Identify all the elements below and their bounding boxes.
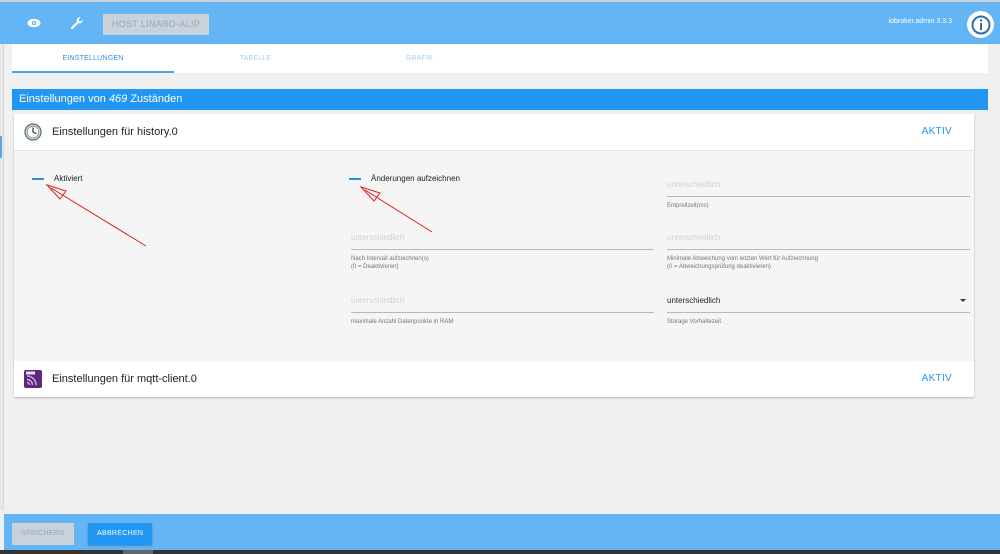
left-edge-panel: [0, 44, 4, 510]
host-button[interactable]: HOST LINARO-ALIP: [103, 14, 210, 35]
retention-value[interactable]: unterschiedlich: [667, 293, 970, 309]
tab-bar: EINSTELLUNGEN TABELLE GRAFIK: [12, 44, 988, 73]
taskbar-strip: [0, 550, 1000, 554]
checkbox-indeterminate-mark: [32, 177, 44, 180]
enabled-label: Aktiviert: [54, 174, 83, 183]
instance-header-history[interactable]: Einstellungen für history.0 AKTIV: [14, 114, 974, 150]
enabled-checkbox[interactable]: Aktiviert: [32, 174, 82, 183]
max-points-input[interactable]: unterschiedlich: [351, 293, 654, 309]
changes-only-label: Änderungen aufzeichnen: [371, 174, 460, 183]
instance-title: Einstellungen für history.0: [52, 126, 178, 138]
min-deviation-field[interactable]: unterschiedlich Minimale Abweichung vom …: [667, 230, 970, 271]
chevron-down-icon[interactable]: [960, 299, 966, 302]
tab-tabelle[interactable]: TABELLE: [198, 44, 313, 73]
retention-select[interactable]: unterschiedlich Storage Vorhaltezeit: [667, 293, 970, 326]
interval-help: Nach Intervall aufzeichnen(s) (0 = Deakt…: [351, 255, 654, 271]
min-deviation-help-line1: Minimale Abweichung vom letzten Wert für…: [667, 256, 818, 262]
input-underline: [667, 312, 970, 313]
max-points-help: maximale Anzahl Datenpunkte in RAM: [351, 319, 454, 325]
left-edge-marker: [0, 136, 2, 158]
min-deviation-help: Minimale Abweichung vom letzten Wert für…: [667, 255, 970, 271]
interval-help-line2: (0 = Deaktivieren): [351, 264, 399, 270]
history-settings-panel: Aktiviert Änderungen aufzeichnen untersc…: [14, 150, 974, 362]
instance-header-mqtt[interactable]: Einstellungen für mqtt-client.0 AKTIV: [14, 361, 974, 397]
checkbox-indeterminate-mark: [349, 177, 361, 180]
settings-header-prefix: Einstellungen von: [19, 93, 106, 105]
bottom-action-bar: SPEICHERN ABBRECHEN: [4, 514, 1000, 550]
input-underline: [667, 249, 970, 250]
instance-title: Einstellungen für mqtt-client.0: [52, 373, 197, 385]
info-icon[interactable]: [967, 11, 994, 38]
cancel-button[interactable]: ABBRECHEN: [88, 523, 153, 545]
max-points-field[interactable]: unterschiedlich maximale Anzahl Datenpun…: [351, 293, 654, 326]
input-underline: [667, 196, 970, 197]
settings-header-suffix: Zuständen: [130, 93, 183, 105]
top-toolbar: HOST LINARO-ALIP iobroker.admin 3.3.3: [0, 0, 1000, 44]
input-underline: [351, 249, 654, 250]
min-deviation-input[interactable]: unterschiedlich: [667, 230, 970, 246]
changes-only-checkbox[interactable]: Änderungen aufzeichnen: [349, 174, 460, 183]
clock-icon: [24, 123, 42, 141]
debounce-input[interactable]: unterschiedlich: [667, 177, 970, 193]
min-deviation-help-line2: (0 = Abweichungsprüfung deaktivieren): [667, 264, 771, 270]
input-underline: [351, 312, 654, 313]
taskbar-item: [123, 550, 153, 554]
settings-header-count: 469: [108, 93, 128, 105]
interval-input[interactable]: unterschiedlich: [351, 230, 654, 246]
interval-field[interactable]: unterschiedlich Nach Intervall aufzeichn…: [351, 230, 654, 271]
settings-header: Einstellungen von 469 Zuständen: [12, 89, 988, 110]
retention-help: Storage Vorhaltezeit: [667, 319, 722, 325]
admin-version-label: iobroker.admin 3.3.3: [888, 18, 952, 25]
tab-einstellungen[interactable]: EINSTELLUNGEN: [12, 44, 174, 73]
eye-icon[interactable]: [21, 10, 47, 36]
instance-state[interactable]: AKTIV: [922, 126, 952, 137]
debounce-help: Entprellzeit(ms): [667, 203, 709, 209]
mqtt-icon: [24, 370, 42, 388]
instances-card: Einstellungen für history.0 AKTIV Aktivi…: [14, 114, 974, 397]
wrench-icon[interactable]: [64, 10, 90, 36]
tab-grafik[interactable]: GRAFIK: [362, 44, 477, 73]
debounce-field[interactable]: unterschiedlich Entprellzeit(ms): [667, 177, 970, 210]
interval-help-line1: Nach Intervall aufzeichnen(s): [351, 256, 429, 262]
instance-state[interactable]: AKTIV: [922, 373, 952, 384]
save-button[interactable]: SPEICHERN: [12, 523, 74, 545]
